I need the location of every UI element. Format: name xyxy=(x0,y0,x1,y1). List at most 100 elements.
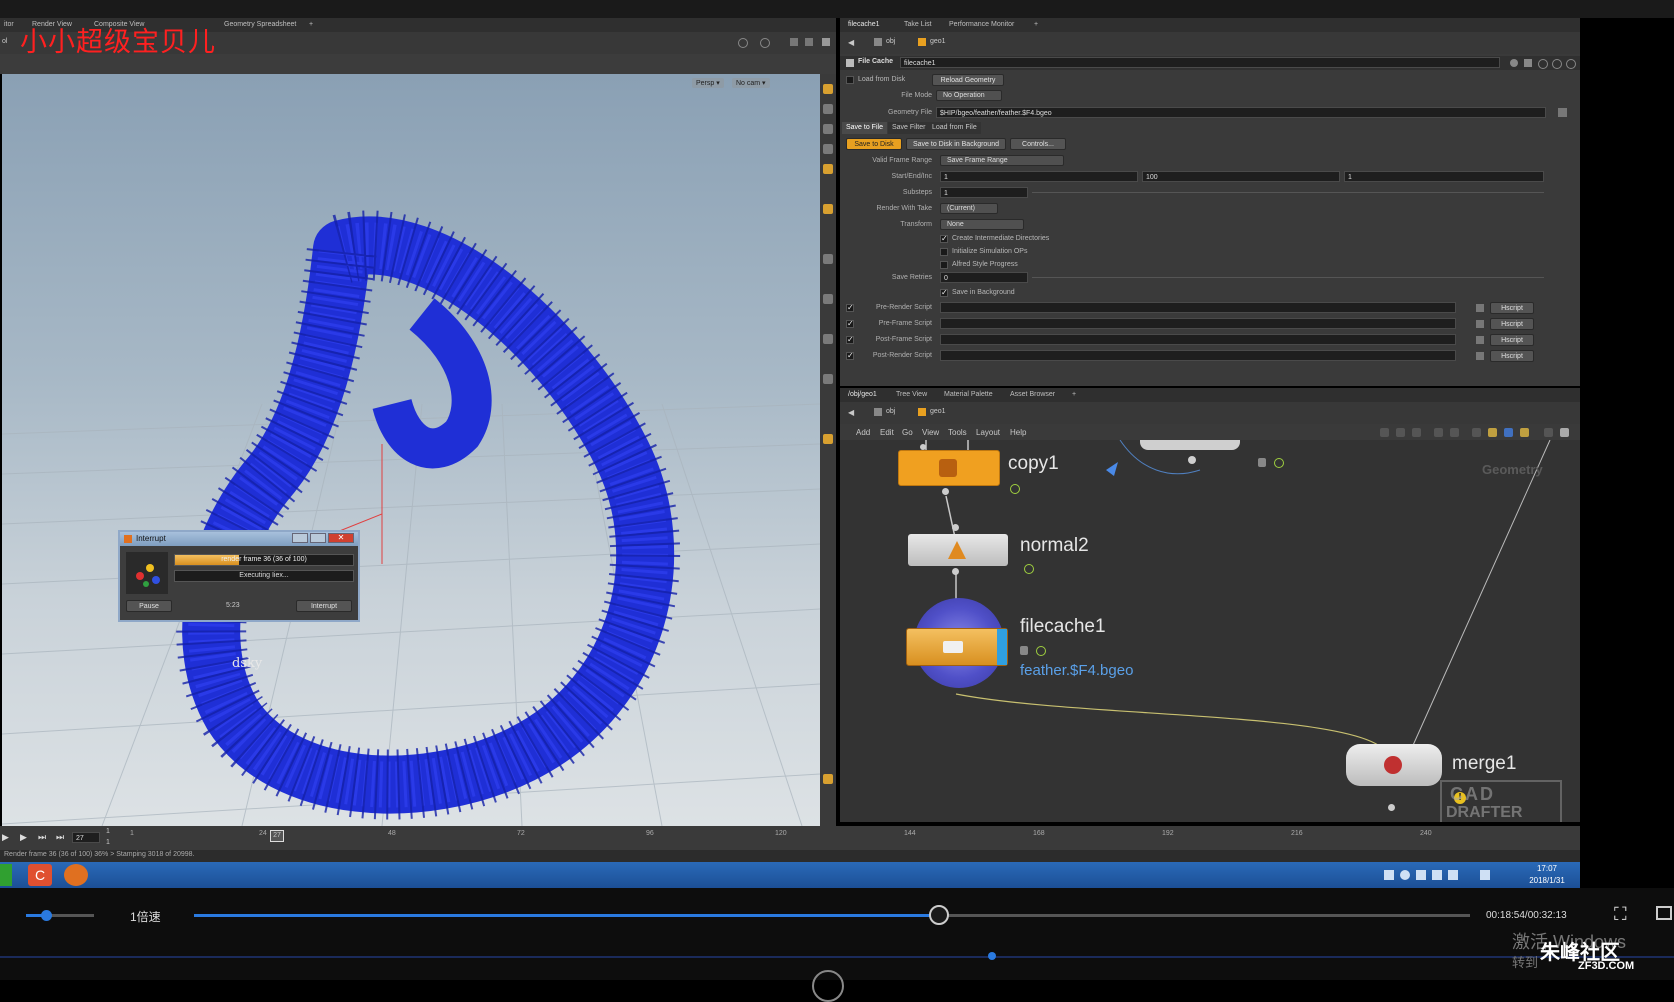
frame-ruler[interactable]: 1 24 48 72 96 120 144 168 192 216 240 27 xyxy=(130,830,1432,846)
menu-tools[interactable]: Tools xyxy=(948,428,967,437)
back-icon[interactable]: ◀ xyxy=(848,38,854,47)
camera-nocam-menu[interactable]: No cam ▾ xyxy=(732,78,770,88)
pause-button[interactable]: Pause xyxy=(126,600,172,612)
network-tool-icon-3[interactable] xyxy=(1412,428,1421,437)
window-mode-icon[interactable] xyxy=(1656,906,1672,920)
hscript-dropdown[interactable]: Hscript xyxy=(1490,334,1534,346)
display-flag[interactable] xyxy=(997,629,1007,665)
subtab-load-from-file[interactable]: Load from File xyxy=(928,122,981,134)
tab-asset-browser[interactable]: Asset Browser xyxy=(1006,388,1059,402)
volume-tray-icon[interactable] xyxy=(1480,870,1490,880)
node-filecache1[interactable] xyxy=(906,628,1008,666)
load-from-disk-checkbox[interactable] xyxy=(846,76,854,84)
network-tool-icon-7[interactable] xyxy=(1488,428,1497,437)
tab-take-list[interactable]: Take List xyxy=(900,18,936,32)
network-tool-icon-4[interactable] xyxy=(1434,428,1443,437)
transform-dropdown[interactable]: None xyxy=(940,219,1024,230)
init-sim-checkbox[interactable] xyxy=(940,248,948,256)
3d-viewport[interactable]: Persp ▾ No cam ▾ dsky xyxy=(2,74,820,826)
end-icon[interactable]: ⏭ xyxy=(56,832,64,843)
menu-go[interactable]: Go xyxy=(902,428,913,437)
save-retries-slider[interactable] xyxy=(1032,277,1544,278)
volume-knob[interactable] xyxy=(41,910,53,921)
start-frame-field[interactable]: 1 xyxy=(940,171,1138,182)
script-field[interactable] xyxy=(940,334,1456,345)
network-tray-icon[interactable] xyxy=(1448,870,1458,880)
menu-help[interactable]: Help xyxy=(1010,428,1026,437)
restore-button[interactable] xyxy=(310,533,326,543)
speed-label[interactable]: 1倍速 xyxy=(130,908,161,925)
tab-itor[interactable]: itor xyxy=(0,18,18,32)
network-editor[interactable]: copy1 normal2 filecache1 feather.$F4.bge… xyxy=(840,440,1580,822)
display-options-icon[interactable] xyxy=(790,38,798,46)
fullscreen-icon[interactable]: ⛶ xyxy=(1614,904,1627,925)
node-name-field[interactable]: filecache1 xyxy=(900,57,1500,68)
alfred-checkbox[interactable] xyxy=(940,261,948,269)
reload-geometry-button[interactable]: Reload Geometry xyxy=(932,74,1004,86)
close-button[interactable]: ✕ xyxy=(328,533,354,543)
path-obj[interactable]: obj xyxy=(886,408,895,415)
script-field[interactable] xyxy=(940,350,1456,361)
tray-icon-4[interactable] xyxy=(1432,870,1442,880)
tray-icon-1[interactable] xyxy=(1384,870,1394,880)
menu-layout[interactable]: Layout xyxy=(976,428,1000,437)
menu-edit[interactable]: Edit xyxy=(880,428,894,437)
network-display-icon[interactable] xyxy=(1560,428,1569,437)
grid-icon[interactable] xyxy=(823,774,833,784)
valid-frame-range-dropdown[interactable]: Save Frame Range xyxy=(940,155,1064,166)
save-in-background-checkbox[interactable]: ✓ xyxy=(940,289,948,297)
bookmark-icon[interactable] xyxy=(1524,59,1532,67)
node-copy1[interactable] xyxy=(898,450,1000,486)
path-obj[interactable]: obj xyxy=(886,38,895,45)
script-field[interactable] xyxy=(940,318,1456,329)
step-forward-icon[interactable]: ⏭ xyxy=(38,832,46,843)
tab-tree-view[interactable]: Tree View xyxy=(892,388,931,402)
merge1-output-connector[interactable] xyxy=(1388,804,1395,811)
hscript-dropdown[interactable]: Hscript xyxy=(1490,350,1534,362)
interrupt-button[interactable]: Interrupt xyxy=(296,600,352,612)
search-icon[interactable] xyxy=(1538,59,1548,69)
node-normal2[interactable] xyxy=(908,534,1008,566)
lock-icon[interactable] xyxy=(823,124,833,134)
gear-icon[interactable] xyxy=(1510,59,1518,67)
start-icon[interactable] xyxy=(0,864,12,886)
hscript-dropdown[interactable]: Hscript xyxy=(1490,318,1534,330)
menu-view[interactable]: View xyxy=(922,428,939,437)
taskbar-houdini-icon[interactable] xyxy=(64,864,88,886)
maximize-icon[interactable] xyxy=(822,38,830,46)
network-tool-icon-1[interactable] xyxy=(1380,428,1389,437)
save-to-disk-button[interactable]: Save to Disk xyxy=(846,138,902,150)
play-back-icon[interactable]: ▶ xyxy=(2,832,9,843)
network-tool-icon-5[interactable] xyxy=(1450,428,1459,437)
video-scrub-knob[interactable] xyxy=(929,905,950,925)
add-tab-icon[interactable]: + xyxy=(1030,18,1042,32)
viewport-path[interactable]: ol xyxy=(2,38,7,45)
tool-icon-8[interactable] xyxy=(823,294,833,304)
help-icon[interactable] xyxy=(1566,59,1576,69)
back-icon[interactable]: ◀ xyxy=(848,408,854,417)
tab-material-palette[interactable]: Material Palette xyxy=(940,388,997,402)
play-icon[interactable]: ▶ xyxy=(20,832,27,843)
taskbar-app-icon-1[interactable]: C xyxy=(28,864,52,886)
tab-filecache1[interactable]: filecache1 xyxy=(844,18,884,32)
info-icon[interactable] xyxy=(1552,59,1562,69)
script-browse-icon[interactable] xyxy=(1476,352,1484,360)
normal2-input-connector[interactable] xyxy=(952,524,959,531)
tool-icon-7[interactable] xyxy=(823,254,833,264)
node-merge1[interactable] xyxy=(1346,744,1442,786)
tab-obj-geo1[interactable]: /obj/geo1 xyxy=(844,388,881,402)
tray-icon-2[interactable] xyxy=(1400,870,1410,880)
save-to-disk-background-button[interactable]: Save to Disk in Background xyxy=(906,138,1006,150)
end-frame-field[interactable]: 100 xyxy=(1142,171,1340,182)
script-browse-icon[interactable] xyxy=(1476,304,1484,312)
render-with-take-dropdown[interactable]: (Current) xyxy=(940,203,998,214)
script-browse-icon[interactable] xyxy=(1476,320,1484,328)
normal2-output-connector[interactable] xyxy=(952,568,959,575)
network-tool-icon-8[interactable] xyxy=(1504,428,1513,437)
substeps-field[interactable]: 1 xyxy=(940,187,1028,198)
volume-slider[interactable] xyxy=(26,910,94,921)
script-browse-icon[interactable] xyxy=(1476,336,1484,344)
hscript-dropdown[interactable]: Hscript xyxy=(1490,302,1534,314)
network-tool-icon-2[interactable] xyxy=(1396,428,1405,437)
geometry-file-field[interactable]: $HIP/bgeo/feather/feather.$F4.bgeo xyxy=(936,107,1546,118)
